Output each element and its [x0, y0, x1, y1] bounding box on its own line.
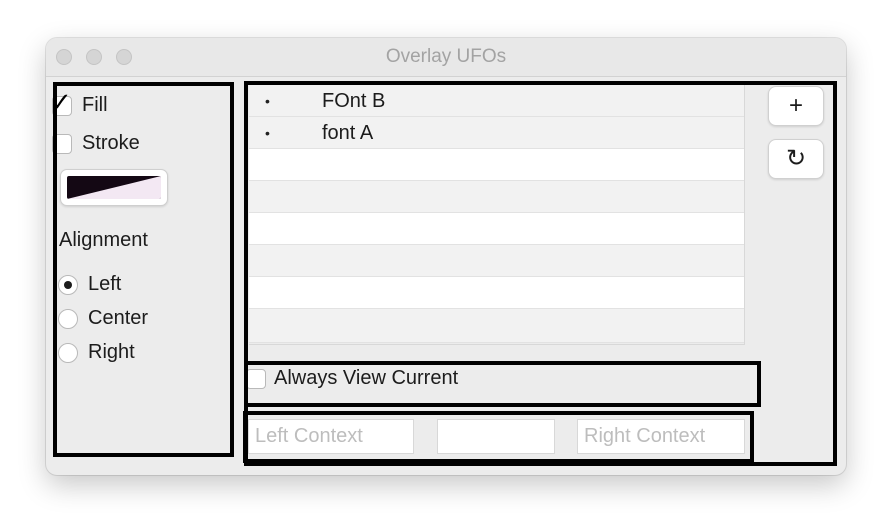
window-title: Overlay UFOs: [385, 46, 507, 67]
main-panel-highlight-box: [244, 81, 837, 466]
title-bar: Overlay UFOs: [46, 38, 846, 77]
always-view-current-highlight-box: [244, 361, 761, 407]
sidebar-highlight-box: [53, 82, 234, 457]
context-fields-highlight-box: [243, 411, 754, 463]
